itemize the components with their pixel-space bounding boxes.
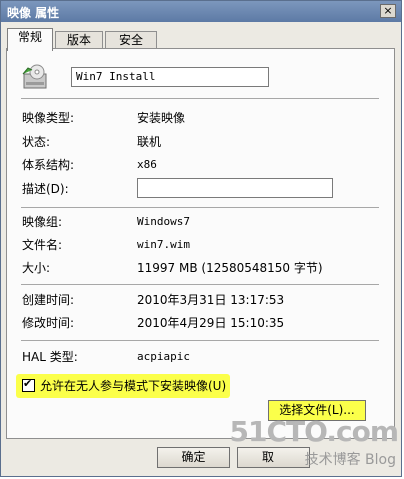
cd-drive-icon — [22, 64, 47, 89]
image-name-input[interactable]: Win7 Install — [71, 67, 269, 87]
window-title: 映像 属性 — [7, 6, 60, 20]
title-bar[interactable]: 映像 属性 × — [1, 1, 401, 22]
image-group-value: Windows7 — [137, 215, 190, 228]
size-label: 大小: — [22, 261, 51, 275]
size-value: 11997 MB (12580548150 字节) — [137, 261, 323, 275]
divider — [21, 207, 379, 208]
description-input[interactable] — [137, 178, 333, 198]
tab-label: 常规 — [17, 30, 42, 44]
tab-label: 安全 — [118, 33, 143, 47]
unattend-checkbox-label: 允许在无人参与模式下安装映像(U) — [40, 379, 227, 393]
file-name-label: 文件名: — [22, 238, 63, 252]
ok-button[interactable]: 确定 — [157, 447, 230, 468]
status-label: 状态: — [22, 135, 51, 149]
hal-type-value: acpiapic — [137, 350, 190, 363]
image-type-label: 映像类型: — [22, 111, 75, 125]
image-group-label: 映像组: — [22, 215, 63, 229]
tab-general[interactable]: 常规 — [7, 28, 53, 51]
close-button[interactable]: × — [380, 4, 396, 18]
divider — [21, 340, 379, 341]
description-label: 描述(D): — [22, 182, 69, 196]
modified-label: 修改时间: — [22, 316, 75, 330]
created-value: 2010年3月31日 13:17:53 — [137, 293, 285, 307]
created-label: 创建时间: — [22, 293, 75, 307]
modified-value: 2010年4月29日 15:10:35 — [137, 316, 285, 330]
watermark: 51CTO.com 技术博客 Blog — [230, 415, 400, 475]
hal-type-label: HAL 类型: — [22, 350, 78, 364]
file-name-value: win7.wim — [137, 238, 190, 251]
unattend-option[interactable]: ✔ 允许在无人参与模式下安装映像(U) — [16, 374, 230, 398]
divider — [21, 284, 379, 285]
checkmark-icon: ✔ — [23, 377, 33, 390]
architecture-label: 体系结构: — [22, 158, 75, 172]
status-value: 联机 — [137, 135, 162, 149]
unattend-checkbox[interactable]: ✔ — [22, 377, 35, 392]
architecture-value: x86 — [137, 158, 157, 171]
watermark-subtitle: 技术博客 Blog — [304, 452, 396, 468]
tab-label: 版本 — [66, 33, 91, 47]
watermark-logo-text: 51CTO.com — [229, 415, 399, 448]
close-icon: × — [383, 4, 393, 17]
divider — [21, 98, 379, 99]
image-type-value: 安装映像 — [137, 111, 186, 125]
